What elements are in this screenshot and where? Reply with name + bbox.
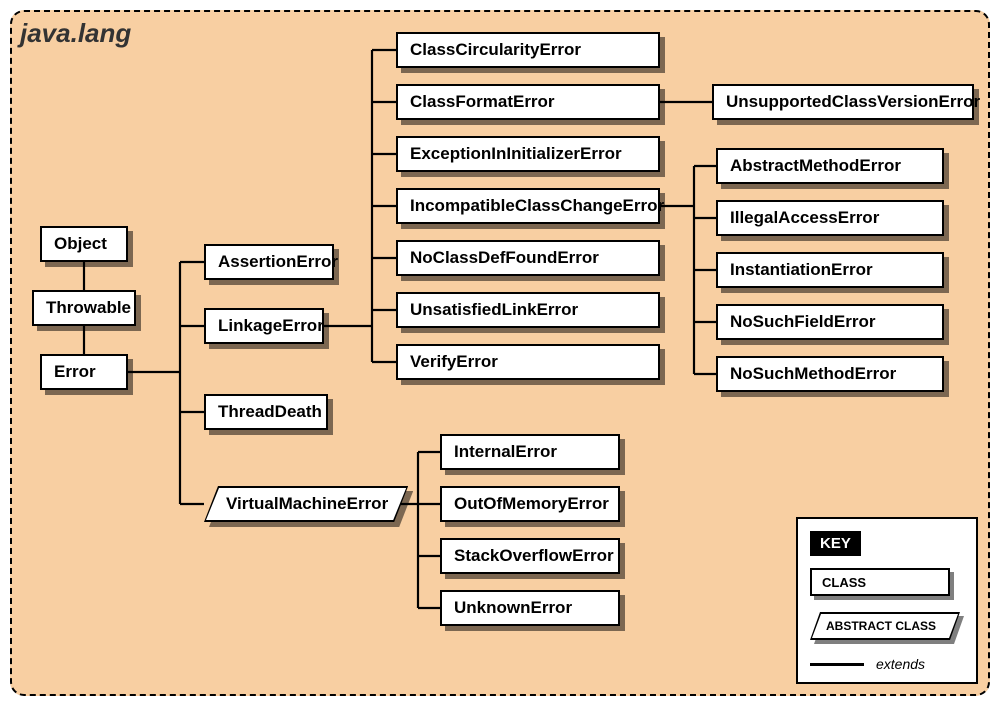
class-exceptionininitializererror: ExceptionInInitializerError <box>396 136 660 172</box>
package-title: java.lang <box>20 18 131 49</box>
class-virtualmachineerror: VirtualMachineError <box>204 486 408 522</box>
class-assertionerror: AssertionError <box>204 244 334 280</box>
legend-class-swatch: CLASS <box>810 568 950 596</box>
class-nosuchmethoderror: NoSuchMethodError <box>716 356 944 392</box>
class-object: Object <box>40 226 128 262</box>
class-unsupportedclassversionerror: UnsupportedClassVersionError <box>712 84 974 120</box>
class-unsatisfiedlinkerror: UnsatisfiedLinkError <box>396 292 660 328</box>
legend-abstract-swatch: ABSTRACT CLASS <box>810 612 960 640</box>
class-abstractmethoderror: AbstractMethodError <box>716 148 944 184</box>
class-verifyerror: VerifyError <box>396 344 660 380</box>
legend-abstract-label: ABSTRACT CLASS <box>812 614 958 638</box>
legend-title: KEY <box>810 531 861 556</box>
class-noclassdeffounderror: NoClassDefFoundError <box>396 240 660 276</box>
legend-extends-label: extends <box>876 656 925 672</box>
class-threaddeath: ThreadDeath <box>204 394 328 430</box>
class-stackoverflowerror: StackOverflowError <box>440 538 620 574</box>
legend-line-icon <box>810 663 864 666</box>
class-nosuchfielderror: NoSuchFieldError <box>716 304 944 340</box>
class-illegalaccesserror: IllegalAccessError <box>716 200 944 236</box>
diagram-canvas: java.lang <box>0 0 1000 706</box>
class-unknownerror: UnknownError <box>440 590 620 626</box>
class-throwable: Throwable <box>32 290 136 326</box>
class-label: VirtualMachineError <box>206 488 406 520</box>
legend-extends-row: extends <box>810 656 964 672</box>
class-linkageerror: LinkageError <box>204 308 324 344</box>
legend-box: KEY CLASS ABSTRACT CLASS extends <box>796 517 978 684</box>
class-instantiationerror: InstantiationError <box>716 252 944 288</box>
class-classformaterror: ClassFormatError <box>396 84 660 120</box>
class-error: Error <box>40 354 128 390</box>
class-outofmemoryerror: OutOfMemoryError <box>440 486 620 522</box>
class-incompatibleclasschangeerror: IncompatibleClassChangeError <box>396 188 660 224</box>
class-classcircularityerror: ClassCircularityError <box>396 32 660 68</box>
class-internalerror: InternalError <box>440 434 620 470</box>
